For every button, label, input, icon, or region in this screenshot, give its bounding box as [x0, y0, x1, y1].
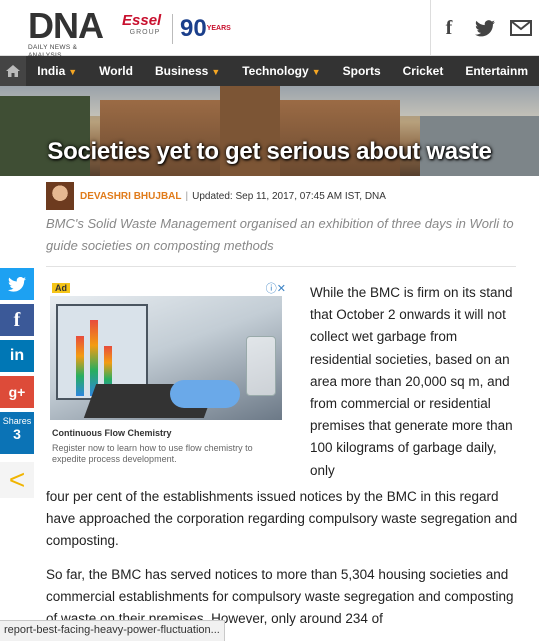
author-avatar[interactable]	[46, 182, 74, 210]
author-link[interactable]: DEVASHRI BHUJBAL	[80, 191, 182, 202]
mail-icon[interactable]	[503, 0, 539, 56]
article-title: Societies yet to get serious about waste	[47, 138, 492, 165]
byline-separator: |	[185, 190, 189, 202]
ad-description: Register now to learn how to use flow ch…	[52, 443, 253, 464]
status-bar-url: report-best-facing-heavy-power-fluctuati…	[0, 620, 225, 641]
dna-logo[interactable]: DNA DAILY NEWS & ANALYSIS	[28, 5, 104, 60]
ad-image[interactable]	[50, 296, 282, 420]
logo-text: DNA	[28, 5, 104, 46]
nav-item-sports[interactable]: Sports	[332, 64, 392, 78]
essel-logo-text: Essel	[122, 12, 162, 29]
advertisement[interactable]: Ad ⓘ✕ Continuous Flow Chemistry Register…	[48, 280, 288, 475]
chevron-down-icon: ▼	[311, 67, 321, 77]
main-nav: India ▼ World Business ▼ Technology ▼ Sport…	[0, 56, 539, 86]
anniversary-logo: 90YEARS	[180, 14, 231, 44]
shares-label: Shares	[2, 416, 32, 426]
googleplus-share-button[interactable]: g+	[0, 376, 34, 408]
nav-item-business[interactable]: Business ▼	[144, 64, 231, 78]
anniversary-number: 90	[180, 15, 207, 42]
header-social-links: f	[430, 0, 539, 56]
home-icon[interactable]	[0, 56, 27, 86]
article-paragraph-1-continued: four per cent of the establishments issu…	[46, 489, 518, 549]
nav-item-world[interactable]: World	[88, 64, 144, 78]
nav-item-entertainment[interactable]: Entertainm	[454, 64, 539, 78]
twitter-share-button[interactable]	[0, 268, 34, 300]
ad-chart-spike	[76, 336, 84, 396]
share-rail: f in g+ Shares 3 <	[0, 268, 36, 498]
linkedin-share-button[interactable]: in	[0, 340, 34, 372]
byline: DEVASHRI BHUJBAL | Updated: Sep 11, 2017…	[46, 182, 386, 210]
ad-close-icon[interactable]: ⓘ✕	[266, 280, 286, 296]
nav-item-india[interactable]: India ▼	[26, 64, 88, 78]
anniversary-sub: YEARS	[206, 25, 231, 32]
essel-group-text: GROUP	[129, 29, 161, 36]
chevron-down-icon: ▼	[68, 67, 78, 77]
essel-group-logo[interactable]: Essel GROUP	[122, 12, 168, 48]
ad-tag: Ad	[52, 283, 70, 293]
ad-flask	[246, 336, 276, 396]
chevron-down-icon: ▼	[211, 67, 221, 77]
nav-item-technology[interactable]: Technology ▼	[231, 64, 331, 78]
shares-number: 3	[13, 426, 21, 442]
ad-title[interactable]: Continuous Flow Chemistry	[52, 428, 172, 438]
nav-item-cricket[interactable]: Cricket	[392, 64, 455, 78]
chevron-left-icon[interactable]: <	[0, 462, 34, 498]
logo-divider	[172, 14, 173, 44]
article-summary: BMC's Solid Waste Management organised a…	[46, 216, 514, 253]
updated-timestamp: Updated: Sep 11, 2017, 07:45 AM IST, DNA	[192, 190, 386, 202]
article-paragraph-1-column: While the BMC is firm on its stand that …	[310, 285, 513, 478]
share-count: Shares 3	[0, 412, 34, 454]
facebook-share-button[interactable]: f	[0, 304, 34, 336]
ad-glove	[170, 380, 240, 408]
summary-divider	[46, 266, 516, 267]
twitter-icon[interactable]	[467, 0, 503, 56]
facebook-icon[interactable]: f	[431, 0, 467, 56]
site-header: DNA DAILY NEWS & ANALYSIS Essel GROUP 90…	[0, 0, 539, 60]
